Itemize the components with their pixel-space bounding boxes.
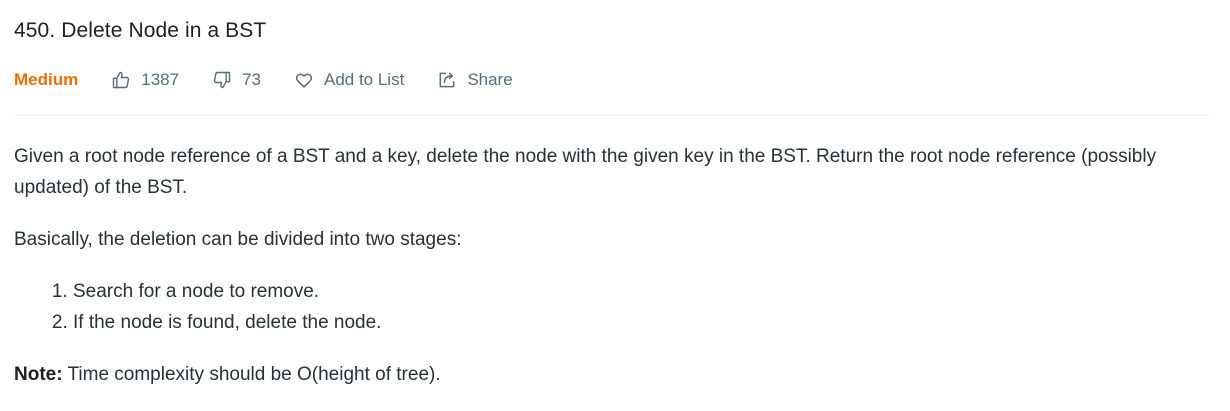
share-label: Share: [467, 70, 513, 89]
like-count: 1387: [141, 70, 180, 89]
header-divider: [14, 115, 1210, 116]
description-paragraph: Basically, the deletion can be divided i…: [14, 229, 462, 250]
add-to-list-label: Add to List: [323, 70, 405, 89]
problem-title: 450. Delete Node in a BST: [14, 19, 267, 42]
problem-description: Given a root node reference of a BST and…: [14, 141, 1204, 411]
note-label: Note:: [14, 364, 63, 385]
note-paragraph: Note: Time complexity should be O(height…: [14, 359, 1204, 390]
dislike-button[interactable]: 73: [212, 70, 261, 90]
like-button[interactable]: 1387: [111, 70, 179, 90]
share-icon: [437, 70, 467, 90]
heart-icon: [294, 70, 324, 90]
description-paragraph: Given a root node reference of a BST and…: [14, 146, 1157, 198]
add-to-list-button[interactable]: Add to List: [294, 70, 404, 90]
list-item: If the node is found, delete the node.: [73, 307, 1204, 338]
share-button[interactable]: Share: [437, 70, 513, 90]
note-text: Time complexity should be O(height of tr…: [62, 364, 441, 385]
list-item: Search for a node to remove.: [73, 276, 1204, 307]
problem-meta-bar: Medium 1387 73 Add to List Share: [14, 66, 513, 94]
steps-list: Search for a node to remove. If the node…: [14, 276, 1204, 338]
difficulty-label: Medium: [14, 70, 79, 89]
dislike-count: 73: [242, 70, 261, 89]
thumbs-up-icon: [111, 70, 141, 90]
thumbs-down-icon: [212, 70, 242, 90]
